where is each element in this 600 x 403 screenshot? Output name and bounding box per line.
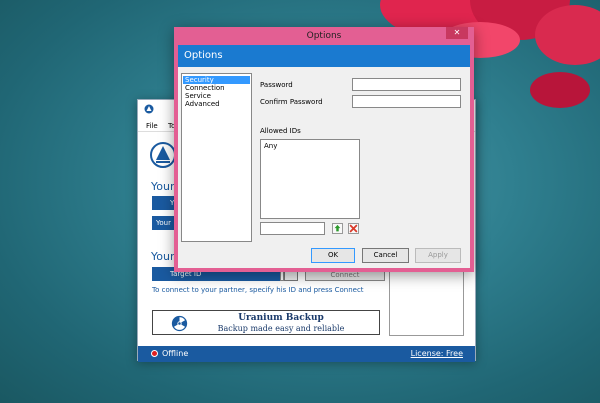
add-id-button[interactable] [332, 223, 343, 234]
new-id-input[interactable] [260, 222, 325, 235]
category-service[interactable]: Service [183, 92, 250, 100]
list-item[interactable]: Any [264, 142, 356, 150]
uranium-backup-banner[interactable]: Uranium Backup Backup made easy and reli… [152, 310, 380, 335]
status-text: Offline [162, 349, 189, 358]
password-field[interactable] [352, 78, 461, 91]
dialog-window-title: Options [306, 31, 342, 41]
your-id-heading: Your [151, 180, 175, 193]
options-dialog: Options ✕ Options Security Connection Se… [174, 27, 474, 272]
license-link[interactable]: License: Free [411, 349, 463, 358]
allowed-ids-label: Allowed IDs [260, 127, 301, 135]
banner-title: Uranium Backup [238, 313, 324, 323]
side-panel [389, 270, 464, 336]
category-security[interactable]: Security [183, 76, 250, 84]
cancel-button[interactable]: Cancel [362, 248, 409, 263]
app-logo-large-icon [150, 142, 176, 168]
dialog-header-title: Options [184, 50, 223, 61]
dialog-header: Options [178, 45, 470, 67]
partner-heading: Your [151, 250, 175, 263]
status-bar: Offline License: Free [138, 346, 475, 362]
remove-id-button[interactable] [348, 223, 359, 234]
banner-subtitle: Backup made easy and reliable [217, 324, 345, 333]
allowed-ids-list[interactable]: Any [260, 139, 360, 219]
app-logo-icon [144, 104, 154, 114]
close-icon[interactable]: ✕ [446, 27, 468, 39]
x-icon [349, 224, 358, 233]
category-connection[interactable]: Connection [183, 84, 250, 92]
plus-icon [334, 224, 341, 232]
confirm-password-label: Confirm Password [260, 98, 323, 106]
category-list: Security Connection Service Advanced [181, 73, 252, 242]
dialog-body: Options Security Connection Service Adva… [178, 45, 470, 268]
ok-button[interactable]: OK [311, 248, 355, 263]
password-label: Password [260, 81, 293, 89]
category-advanced[interactable]: Advanced [183, 100, 250, 108]
connect-hint: To connect to your partner, specify his … [152, 286, 364, 294]
apply-button[interactable]: Apply [415, 248, 461, 263]
offline-indicator-icon [151, 350, 158, 357]
menu-file[interactable]: File [146, 122, 158, 130]
confirm-password-field[interactable] [352, 95, 461, 108]
